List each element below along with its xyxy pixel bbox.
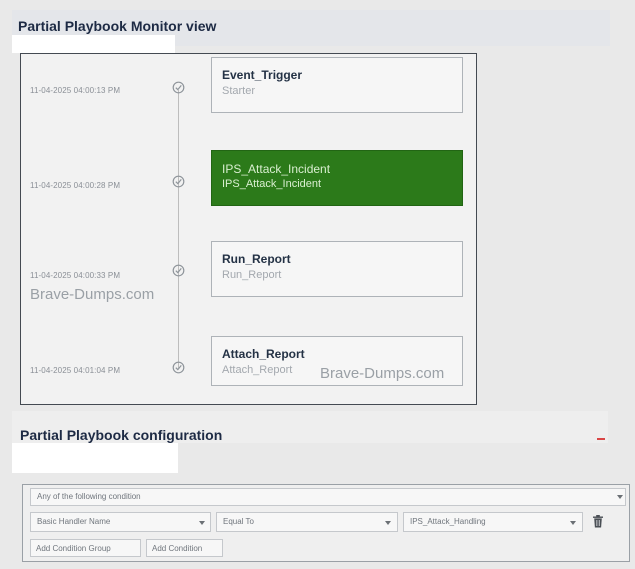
trash-icon[interactable] [592, 515, 604, 528]
add-condition-button[interactable]: Add Condition [146, 539, 223, 557]
playbook-step-ips-attack-incident[interactable]: IPS_Attack_Incident IPS_Attack_Incident [211, 150, 463, 206]
caret-down-icon [570, 521, 576, 525]
step-timestamp: 11-04-2025 04:01:04 PM [30, 366, 121, 375]
step-subtitle: Attach_Report [222, 364, 293, 376]
redaction-box [12, 443, 178, 473]
step-subtitle: IPS_Attack_Incident [222, 178, 322, 190]
step-name: Attach_Report [222, 347, 305, 361]
condition-field-value: Basic Handler Name [37, 517, 111, 526]
condition-value-select[interactable]: IPS_Attack_Handling [403, 512, 583, 532]
caret-down-icon [199, 521, 205, 525]
caret-down-icon [617, 495, 623, 499]
condition-mode-select[interactable]: Any of the following condition [30, 488, 626, 506]
step-name: Event_Trigger [222, 68, 303, 82]
check-circle-icon [172, 361, 185, 374]
condition-mode-value: Any of the following condition [37, 492, 141, 501]
watermark-text: Brave-Dumps.com [320, 365, 445, 382]
timeline-line [178, 90, 179, 368]
red-marker [597, 438, 605, 440]
playbook-step-run-report[interactable]: Run_Report Run_Report [211, 241, 463, 297]
condition-operator-select[interactable]: Equal To [216, 512, 398, 532]
add-condition-label: Add Condition [152, 544, 203, 553]
condition-value-value: IPS_Attack_Handling [410, 517, 486, 526]
caret-down-icon [385, 521, 391, 525]
step-timestamp: 11-04-2025 04:00:13 PM [30, 86, 121, 95]
check-circle-icon [172, 81, 185, 94]
add-condition-group-button[interactable]: Add Condition Group [30, 539, 141, 557]
step-timestamp: 11-04-2025 04:00:28 PM [30, 181, 121, 190]
configuration-title: Partial Playbook configuration [20, 427, 223, 443]
step-name: Run_Report [222, 252, 291, 266]
check-circle-icon [172, 264, 185, 277]
step-name: IPS_Attack_Incident [222, 162, 331, 176]
condition-field-select[interactable]: Basic Handler Name [30, 512, 211, 532]
playbook-step-event-trigger[interactable]: Event_Trigger Starter [211, 57, 463, 113]
check-circle-icon [172, 175, 185, 188]
add-condition-group-label: Add Condition Group [36, 544, 111, 553]
condition-operator-value: Equal To [223, 517, 254, 526]
step-timestamp: 11-04-2025 04:00:33 PM [30, 271, 121, 280]
step-subtitle: Run_Report [222, 269, 282, 281]
watermark-text: Brave-Dumps.com [30, 286, 155, 303]
redaction-box [12, 35, 175, 53]
step-subtitle: Starter [222, 85, 256, 97]
monitor-title: Partial Playbook Monitor view [18, 18, 217, 34]
